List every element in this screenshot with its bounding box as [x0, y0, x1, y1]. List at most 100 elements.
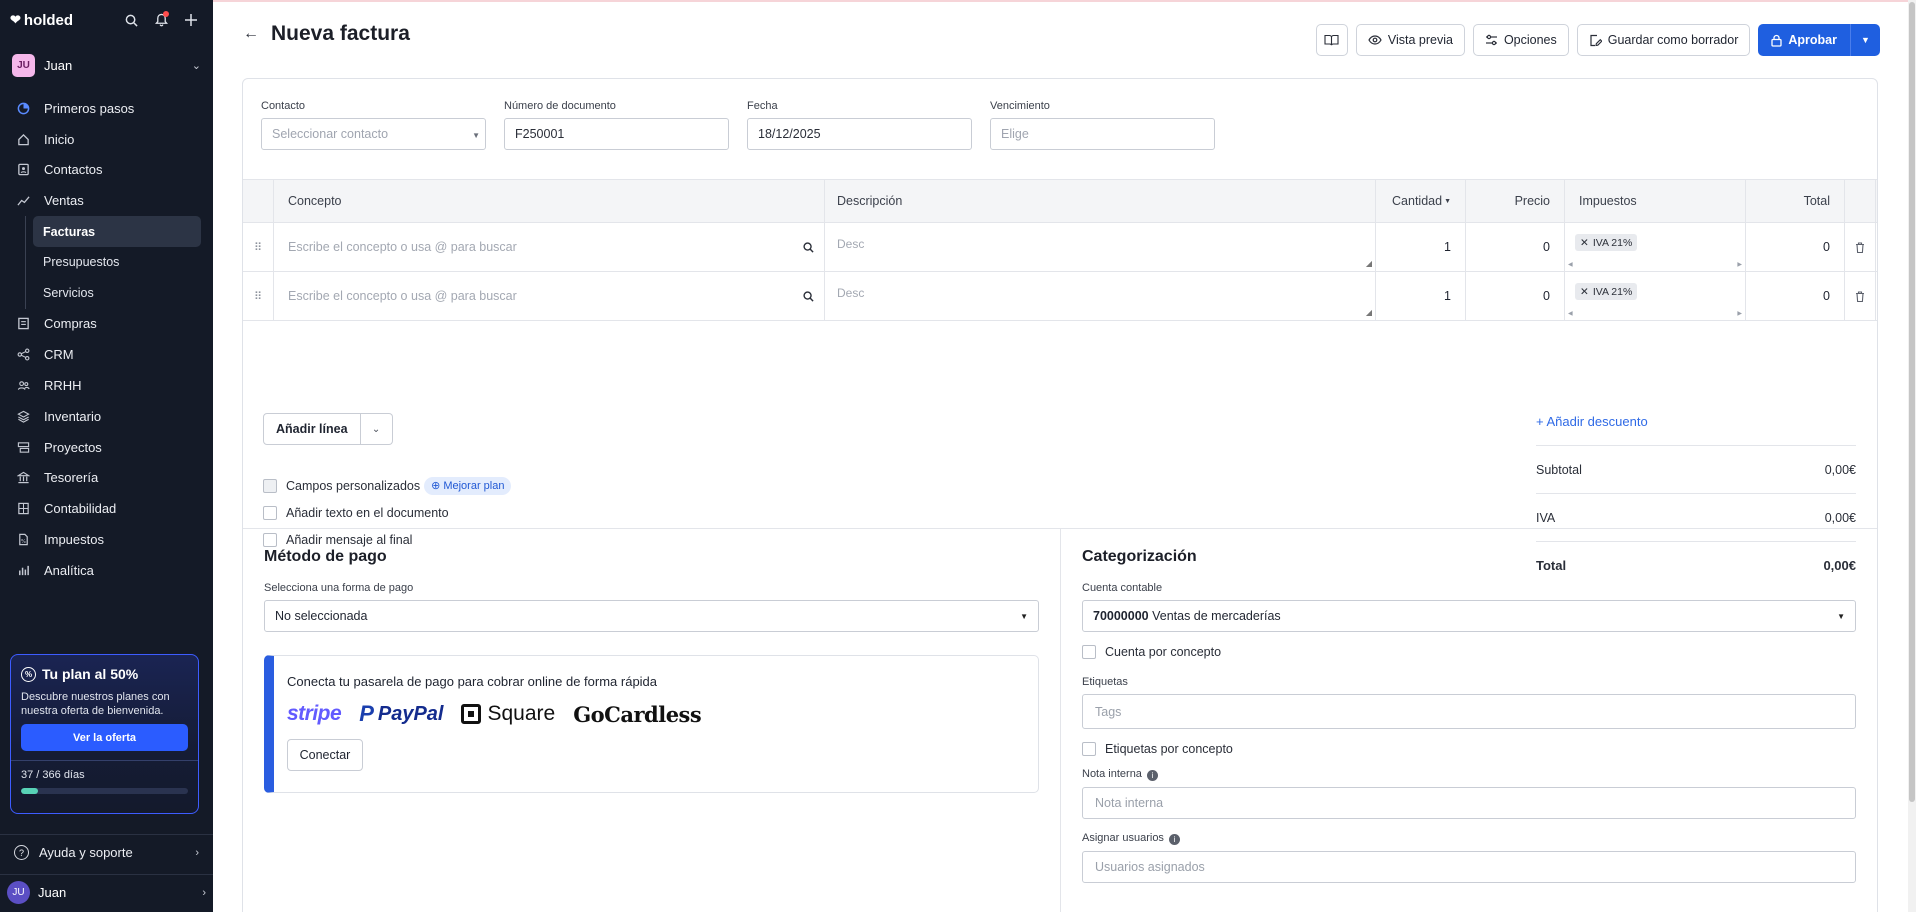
nav-item-analitica[interactable]: Analítica — [0, 555, 213, 586]
page-scrollbar[interactable] — [1908, 0, 1916, 912]
document-number-input[interactable]: F250001 — [504, 118, 729, 150]
iva-label: IVA — [1536, 510, 1556, 525]
assign-users-label: Asignar usuarios i — [1082, 832, 1856, 845]
holded-logo[interactable]: ❤ holded — [10, 12, 113, 29]
search-icon[interactable] — [119, 8, 143, 32]
custom-fields-checkbox[interactable] — [263, 478, 277, 493]
back-arrow-icon[interactable]: ← — [243, 25, 259, 43]
scrollbar-thumb[interactable] — [1909, 2, 1915, 802]
search-icon[interactable] — [803, 241, 814, 253]
main-content: ← Nueva factura Vista previa Opciones Gu… — [213, 0, 1916, 912]
main-nav: Primeros pasos Inicio Contactos Ventas — [0, 93, 213, 216]
nav-label: RRHH — [44, 378, 82, 394]
add-line-chevron-down-icon[interactable]: ⌄ — [360, 413, 393, 445]
remove-tag-icon[interactable]: ✕ — [1580, 286, 1589, 298]
connect-button[interactable]: Conectar — [287, 739, 363, 771]
options-button[interactable]: Opciones — [1472, 24, 1569, 56]
sidebar-item-presupuestos[interactable]: Presupuestos — [33, 247, 201, 278]
nav-item-primeros-pasos[interactable]: Primeros pasos — [0, 93, 213, 124]
square-wordmark: Square — [487, 702, 556, 725]
upgrade-plan-badge[interactable]: ⊕ Mejorar plan — [424, 476, 512, 495]
sliders-icon — [1485, 34, 1497, 46]
discount-icon: % — [21, 666, 36, 682]
resize-handle-icon[interactable]: ◢ — [1366, 308, 1372, 317]
contact-select[interactable]: Seleccionar contacto ▼ — [261, 118, 486, 150]
main-nav-continued: Compras CRM RRHH Inventario Proyectos Te… — [0, 309, 213, 586]
tax-scrollbar[interactable]: ◀ ▶ — [1568, 310, 1742, 317]
taxes-input[interactable]: ✕ IVA 21% ◀ ▶ — [1565, 223, 1746, 271]
nav-item-rrhh[interactable]: RRHH — [0, 370, 213, 401]
description-textarea[interactable]: Desc ◢ — [825, 272, 1376, 320]
account-select[interactable]: 70000000 Ventas de mercaderías ▼ — [1082, 600, 1856, 632]
nav-label: Tesorería — [44, 470, 99, 486]
price-input[interactable]: 0 — [1466, 272, 1565, 320]
quantity-input[interactable]: 1 — [1376, 272, 1466, 320]
header-quantity-label: Cantidad — [1392, 194, 1443, 208]
price-input[interactable]: 0 — [1466, 223, 1565, 271]
sidebar-item-servicios[interactable]: Servicios — [33, 278, 201, 309]
info-icon[interactable]: i — [1168, 834, 1180, 845]
trash-icon[interactable] — [1845, 223, 1876, 271]
taxes-input[interactable]: ✕ IVA 21% ◀ ▶ — [1565, 272, 1746, 320]
due-date-input[interactable]: Elige — [990, 118, 1215, 150]
payment-method-select[interactable]: No seleccionada ▼ — [264, 600, 1039, 632]
payment-gateway-banner: Conecta tu pasarela de pago para cobrar … — [264, 655, 1039, 793]
nav-item-inventario[interactable]: Inventario — [0, 401, 213, 432]
subtotal-label: Subtotal — [1536, 462, 1582, 477]
trial-progress-fill — [21, 788, 38, 794]
header-delete-column — [1845, 180, 1876, 222]
concept-input[interactable]: Escribe el concepto o usa @ para buscar — [274, 272, 825, 320]
trash-icon[interactable] — [1845, 272, 1876, 320]
notification-dot — [163, 11, 169, 17]
tax-scrollbar[interactable]: ◀ ▶ — [1568, 261, 1742, 268]
add-line-button[interactable]: Añadir línea — [263, 413, 361, 445]
help-support-link[interactable]: ? Ayuda y soporte › — [0, 834, 213, 870]
subtotal-value: 0,00€ — [1824, 462, 1856, 477]
nav-item-ventas[interactable]: Ventas — [0, 185, 213, 216]
nav-item-proyectos[interactable]: Proyectos — [0, 432, 213, 463]
guide-book-button[interactable] — [1315, 24, 1348, 56]
gateway-title: Conecta tu pasarela de pago para cobrar … — [287, 674, 658, 689]
bell-icon[interactable] — [149, 8, 173, 32]
date-input[interactable]: 18/12/2025 — [747, 118, 972, 150]
internal-note-label-text: Nota interna — [1082, 768, 1142, 780]
approve-button[interactable]: Aprobar — [1758, 24, 1850, 56]
nav-item-contactos[interactable]: Contactos — [0, 155, 213, 186]
account-name: Ventas de mercaderías — [1152, 609, 1281, 623]
nav-item-impuestos[interactable]: % Impuestos — [0, 524, 213, 555]
internal-note-input[interactable]: Nota interna — [1082, 787, 1856, 819]
per-concept-account-checkbox[interactable] — [1082, 645, 1096, 659]
save-draft-button[interactable]: Guardar como borrador — [1576, 24, 1751, 56]
approve-dropdown-chevron-icon[interactable]: ▼ — [1850, 24, 1880, 56]
per-concept-tags-checkbox[interactable] — [1082, 742, 1096, 756]
add-discount-link[interactable]: + Añadir descuento — [1536, 414, 1856, 434]
nav-item-inicio[interactable]: Inicio — [0, 124, 213, 155]
header-quantity[interactable]: Cantidad ▼ — [1376, 180, 1466, 222]
plus-icon[interactable] — [179, 8, 203, 32]
user-menu[interactable]: JU Juan › — [0, 874, 213, 910]
see-offer-button[interactable]: Ver la oferta — [21, 724, 188, 751]
account-switcher[interactable]: JU Juan ⌄ — [8, 47, 205, 83]
description-textarea[interactable]: Desc ◢ — [825, 223, 1376, 271]
nav-item-tesoreria[interactable]: Tesorería — [0, 463, 213, 494]
search-icon[interactable] — [803, 290, 814, 302]
drag-handle-icon[interactable]: ⠿ — [243, 272, 274, 320]
assign-users-input[interactable]: Usuarios asignados — [1082, 851, 1856, 883]
remove-tag-icon[interactable]: ✕ — [1580, 237, 1589, 249]
concept-input[interactable]: Escribe el concepto o usa @ para buscar — [274, 223, 825, 271]
resize-handle-icon[interactable]: ◢ — [1366, 259, 1372, 268]
quantity-input[interactable]: 1 — [1376, 223, 1466, 271]
info-icon[interactable]: i — [1146, 770, 1158, 781]
nav-item-compras[interactable]: Compras — [0, 309, 213, 340]
tags-input[interactable]: Tags — [1082, 694, 1856, 729]
add-line-button-group: Añadir línea ⌄ — [263, 413, 393, 445]
nav-item-crm[interactable]: CRM — [0, 339, 213, 370]
preview-button[interactable]: Vista previa — [1355, 24, 1465, 56]
drag-handle-icon[interactable]: ⠿ — [243, 223, 274, 271]
promo-title-text: Tu plan al 50% — [42, 666, 139, 682]
subtotal-row: Subtotal 0,00€ — [1536, 445, 1856, 493]
sidebar-item-facturas[interactable]: Facturas — [33, 216, 201, 247]
nav-item-contabilidad[interactable]: Contabilidad — [0, 493, 213, 524]
edit-document-icon — [1590, 34, 1602, 46]
add-text-checkbox[interactable] — [263, 505, 277, 520]
